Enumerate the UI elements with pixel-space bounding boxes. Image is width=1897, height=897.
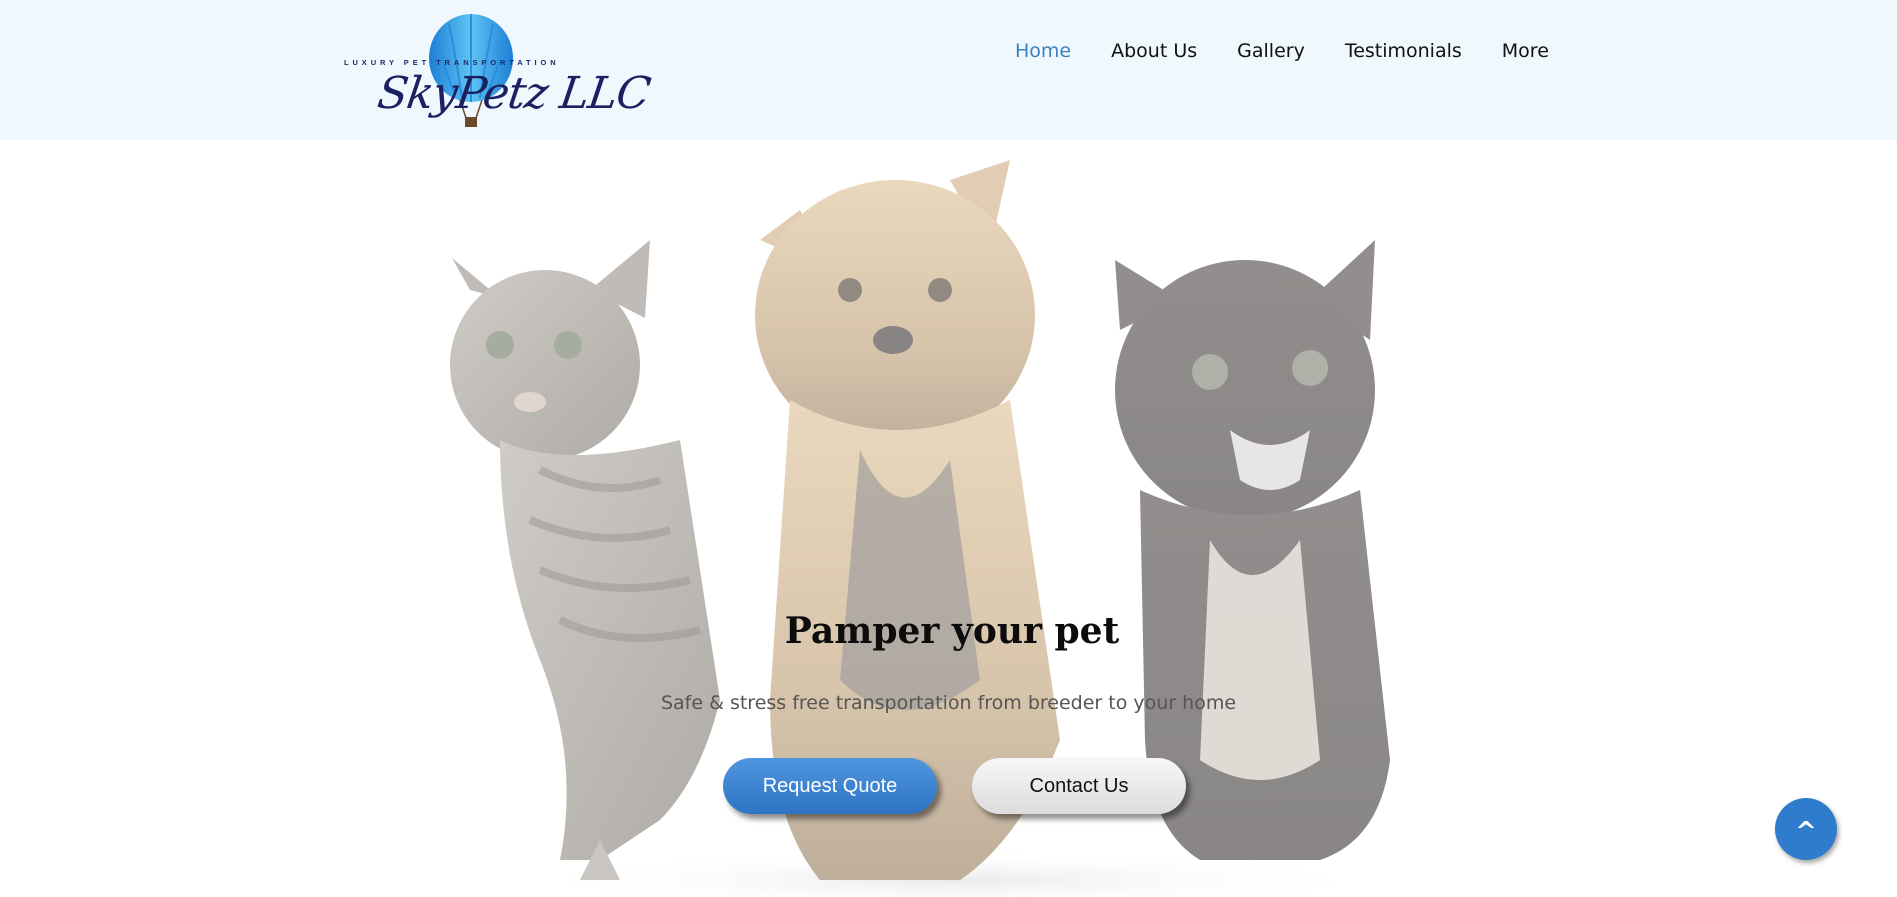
- logo[interactable]: LUXURY PET TRANSPORTATION SkyPetz LLC: [344, 14, 653, 136]
- site-header: LUXURY PET TRANSPORTATION SkyPetz LLC Ho…: [0, 0, 1897, 140]
- logo-name: SkyPetz LLC: [374, 68, 653, 119]
- nav-item-about-us[interactable]: About Us: [1111, 40, 1197, 62]
- tabby-cat: [450, 240, 720, 880]
- hero-subtitle: Safe & stress free transportation from b…: [660, 692, 1237, 714]
- nav-item-testimonials[interactable]: Testimonials: [1345, 40, 1462, 62]
- contact-us-button[interactable]: Contact Us: [972, 758, 1186, 814]
- nav-item-gallery[interactable]: Gallery: [1237, 40, 1305, 62]
- page: LUXURY PET TRANSPORTATION SkyPetz LLC Ho…: [0, 0, 1897, 897]
- hero-section: Pamper your pet Safe & stress free trans…: [0, 140, 1897, 897]
- hero-title: Pamper your pet: [784, 610, 1120, 652]
- hero-pets-image: [450, 160, 1390, 897]
- request-quote-button[interactable]: Request Quote: [723, 758, 937, 814]
- nav-item-home[interactable]: Home: [1015, 40, 1071, 62]
- nav-item-more[interactable]: More: [1502, 40, 1549, 62]
- logo-tagline: LUXURY PET TRANSPORTATION: [344, 58, 560, 67]
- scroll-to-top-button[interactable]: ^: [1775, 798, 1837, 860]
- main-nav: Home About Us Gallery Testimonials More: [1015, 40, 1549, 62]
- chevron-up-icon: ^: [1795, 817, 1817, 847]
